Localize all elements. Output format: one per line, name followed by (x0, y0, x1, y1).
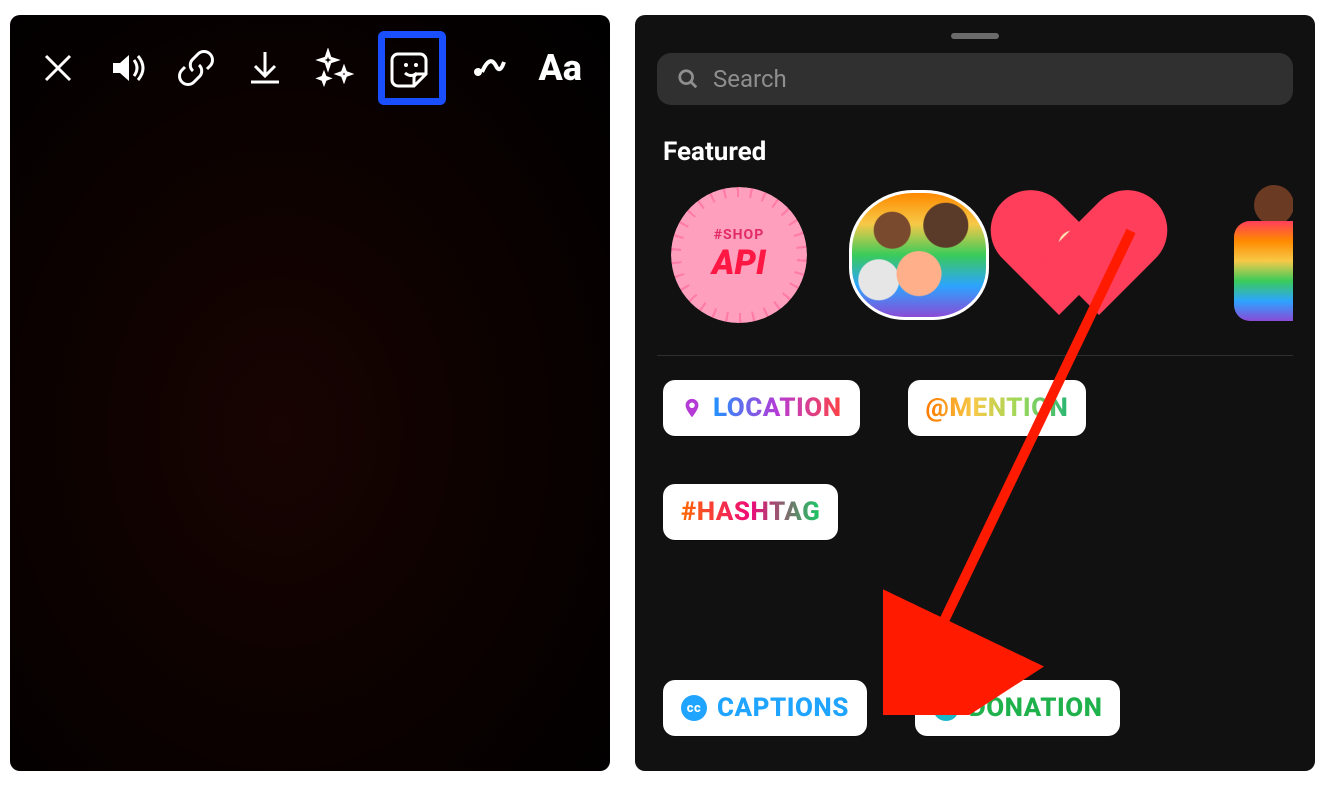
location-chip[interactable]: LOCATION (663, 380, 860, 436)
chip-label: LOCATION (713, 393, 842, 423)
captions-chip[interactable]: cc CAPTIONS (663, 680, 867, 736)
speaker-icon[interactable] (107, 45, 148, 91)
sticker-face-icon[interactable] (389, 45, 435, 91)
featured-sticker-rainbow-dancer[interactable] (1209, 185, 1293, 325)
section-divider (657, 355, 1293, 356)
sticker-chips-row-1: LOCATION @MENTION #HASHTAG (657, 380, 1293, 540)
sheet-grabber[interactable] (951, 33, 999, 39)
sticker-search-input[interactable]: Search (657, 53, 1293, 105)
featured-sticker-heart-family[interactable] (1029, 185, 1169, 325)
featured-section-label: Featured (663, 137, 1287, 167)
featured-sticker-shop-api[interactable]: #SHOP API (669, 185, 809, 325)
featured-stickers-row[interactable]: #SHOP API (657, 185, 1293, 325)
close-icon[interactable] (38, 45, 79, 91)
search-placeholder: Search (713, 65, 787, 93)
cc-badge-icon: cc (681, 695, 707, 721)
sticker-tray-sheet: Search Featured #SHOP API (635, 15, 1315, 771)
chip-label: @MENTION (926, 393, 1069, 423)
story-editor-canvas: Aa (10, 15, 610, 771)
heart-badge-icon (933, 695, 959, 721)
text-tool[interactable]: Aa (538, 45, 582, 91)
featured-sticker-family-rainbow[interactable] (849, 185, 989, 325)
mention-chip[interactable]: @MENTION (908, 380, 1087, 436)
download-icon[interactable] (245, 45, 286, 91)
squiggle-draw-icon[interactable] (470, 45, 511, 91)
sticker-icon-highlight (378, 31, 445, 105)
chip-label: DONATION (969, 693, 1103, 723)
sticker-chips-row-2: cc CAPTIONS DONATION GI (657, 680, 1293, 771)
editor-toolbar: Aa (10, 15, 610, 121)
search-icon (677, 68, 699, 90)
hashtag-chip[interactable]: #HASHTAG (663, 484, 838, 540)
donation-chip[interactable]: DONATION (915, 680, 1121, 736)
link-icon[interactable] (176, 45, 217, 91)
sparkle-effects-icon[interactable] (313, 45, 354, 91)
pin-icon (681, 397, 703, 419)
chip-label: #HASHTAG (681, 497, 820, 527)
chip-label: CAPTIONS (717, 693, 849, 723)
